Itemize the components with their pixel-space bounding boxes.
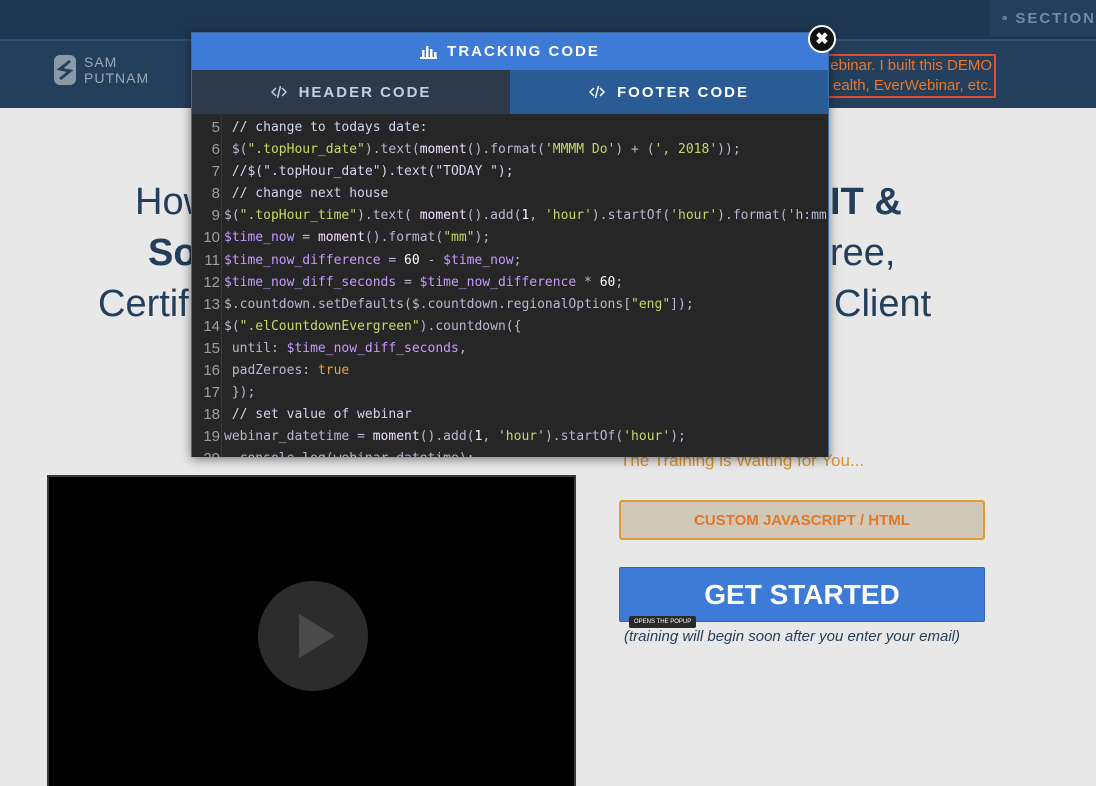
site-logo[interactable]: SAM PUTNAM (54, 54, 149, 86)
section-label: SECTION (1015, 9, 1096, 27)
code-text: //$(".topHour_date").text("TODAY "); (224, 164, 514, 180)
notice-line1: ebinar. I built this DEMO (830, 57, 992, 74)
code-line: 7 //$(".topHour_date").text("TODAY "); (192, 161, 828, 183)
line-number: 8 (211, 185, 220, 203)
code-line: 10 $time_now = moment().format("mm"); (192, 227, 828, 249)
tab-footer-code-label: FOOTER CODE (616, 83, 749, 101)
logo-s-icon (54, 55, 76, 85)
code-text: // set value of webinar (224, 407, 412, 423)
logo-line2: PUTNAM (84, 70, 150, 86)
code-line: 16 padZeroes: true (192, 360, 828, 382)
code-text: }); (231, 385, 256, 401)
modal-title-bar: TRACKING CODE (192, 33, 828, 70)
line-number: 12 (203, 273, 220, 291)
code-line: 18 // set value of webinar (192, 404, 828, 426)
headline-line2-left: So (148, 232, 197, 274)
code-line: 9 $(".topHour_time").text( moment().add(1… (192, 205, 828, 227)
bar-chart-icon (420, 46, 438, 59)
line-number: 19 (203, 428, 220, 446)
demo-notice-box: ebinar. I built this DEMO ealth, EverWeb… (808, 54, 996, 98)
line-number: 11 (204, 251, 220, 269)
code-line: 6 $(".topHour_date").text(moment().forma… (192, 139, 828, 161)
section-button[interactable]: SECTION (990, 0, 1096, 36)
code-line: 13 $.countdown.setDefaults($.countdown.re… (192, 294, 828, 316)
logo-line1: SAM (84, 54, 118, 70)
code-text: $(".topHour_date").text(moment().format(… (231, 142, 741, 158)
line-number: 7 (211, 163, 220, 181)
line-number: 5 (211, 119, 220, 136)
line-number: 17 (203, 384, 220, 402)
code-text: $.countdown.setDefaults($.countdown.regi… (224, 296, 694, 312)
line-number: 10 (203, 229, 220, 247)
video-player[interactable] (47, 475, 576, 786)
modal-title: TRACKING CODE (447, 43, 600, 60)
headline-line3-right: Client (834, 283, 932, 325)
code-text: webinar_datetime = moment().add(1, 'hour… (224, 429, 686, 445)
get-started-label: GET STARTED (704, 578, 900, 610)
training-note: (training will begin soon after you ente… (624, 628, 960, 645)
opens-popup-badge: OPENS THE POPUP (629, 616, 697, 628)
code-text: until: $time_now_diff_seconds, (231, 340, 467, 356)
code-line: 11 $time_now_difference = 60 - $time_now; (192, 250, 828, 272)
code-icon (588, 85, 605, 99)
tab-footer-code[interactable]: FOOTER CODE (510, 70, 828, 114)
line-number: 16 (203, 362, 220, 380)
line-number: 18 (203, 406, 220, 424)
code-line: 17 }); (192, 382, 828, 404)
headline-line3-left: Certif (98, 283, 189, 325)
code-text: // change to todays date: (224, 120, 428, 135)
line-number: 15 (203, 339, 220, 357)
code-line: 15 until: $time_now_diff_seconds, (192, 338, 828, 360)
tab-header-code-label: HEADER CODE (298, 83, 432, 101)
close-icon[interactable]: ✖ (808, 25, 836, 53)
line-number: 9 (211, 207, 220, 225)
cube-icon (1002, 15, 1008, 21)
line-number: 13 (203, 295, 220, 313)
code-line: 5 // change to todays date: (192, 117, 828, 139)
custom-javascript-html-block[interactable]: CUSTOM JAVASCRIPT / HTML (619, 500, 985, 540)
code-text: $(".elCountdownEvergreen").countdown({ (224, 318, 522, 334)
notice-line2: ealth, EverWebinar, etc. (833, 77, 992, 94)
code-editor[interactable]: 5 // change to todays date: 6 $(".topHour… (192, 117, 828, 457)
code-text: padZeroes: true (231, 363, 350, 379)
code-line: 20 console.log(webinar_datetime); (192, 448, 828, 457)
code-text: console.log(webinar_datetime); (224, 448, 475, 457)
code-text: $time_now_diff_seconds = $time_now_diffe… (224, 274, 624, 290)
code-text: // change next house (224, 186, 389, 202)
code-tabs: HEADER CODE FOOTER CODE (192, 70, 828, 114)
line-number: 20 (192, 448, 220, 457)
headline-line2-right: ree, (830, 232, 896, 274)
line-number: 14 (203, 317, 220, 335)
headline-line1-right: IT & (830, 181, 902, 223)
code-line: 12 $time_now_diff_seconds = $time_now_dif… (192, 272, 828, 294)
code-text: $(".topHour_time").text( moment().add(1,… (224, 208, 827, 224)
code-line: 19 webinar_datetime = moment().add(1, 'ho… (192, 426, 828, 448)
code-icon (270, 85, 287, 99)
tab-header-code[interactable]: HEADER CODE (192, 70, 510, 114)
line-number: 6 (211, 141, 220, 159)
get-started-button[interactable]: GET STARTED (619, 567, 985, 622)
code-text: $time_now_difference = 60 - $time_now; (224, 252, 522, 268)
custom-block-label: CUSTOM JAVASCRIPT / HTML (694, 511, 910, 529)
play-icon[interactable] (258, 581, 368, 691)
code-text: $time_now = moment().format("mm"); (224, 230, 491, 246)
code-line: 14 $(".elCountdownEvergreen").countdown({ (192, 316, 828, 338)
tracking-code-modal: TRACKING CODE HEADER CODE FOOTER CODE 5 … (191, 32, 829, 457)
code-line: 8 // change next house (192, 183, 828, 205)
